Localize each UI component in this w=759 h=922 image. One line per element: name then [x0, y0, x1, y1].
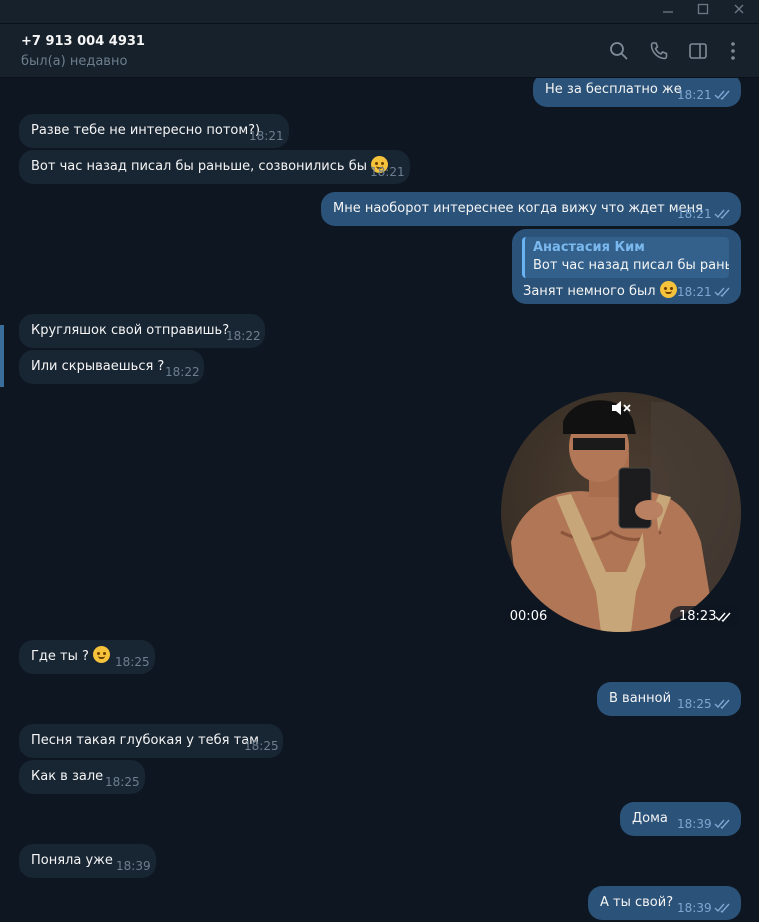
message-text: Песня такая глубокая у тебя там: [31, 733, 259, 748]
message-time: 18:21: [249, 129, 284, 143]
video-note[interactable]: [501, 392, 741, 632]
peer-status: был(а) недавно: [21, 54, 128, 69]
grinning-sweat-emoji: [659, 281, 677, 298]
message-time: 18:25: [677, 697, 712, 711]
message-time: 18:21: [370, 165, 405, 179]
message-time: 18:22: [165, 365, 200, 379]
message-incoming[interactable]: Кругляшок свой отправишь? 18:22: [19, 314, 265, 348]
message-text: Занят немного был: [523, 284, 656, 299]
video-duration: 00:06: [505, 606, 552, 628]
double-check-icon: [715, 612, 731, 622]
sidebar-toggle-icon[interactable]: [687, 40, 709, 62]
peer-name[interactable]: +7 913 004 4931: [21, 34, 145, 49]
double-check-icon: [714, 90, 730, 100]
message-outgoing-reply[interactable]: Анастасия Ким Вот час назад писал бы ран…: [512, 229, 741, 304]
minimize-icon[interactable]: [658, 2, 678, 22]
message-text: Вот час назад писал бы раньше, созвонили…: [31, 159, 367, 174]
more-vertical-icon[interactable]: [722, 40, 744, 62]
message-incoming[interactable]: Вот час назад писал бы раньше, созвонили…: [19, 150, 410, 184]
message-text: Мне наоборот интереснее когда вижу что ж…: [333, 201, 703, 216]
window-titlebar: [0, 0, 759, 24]
message-text: В ванной: [609, 691, 672, 706]
message-time: 18:39: [677, 901, 712, 915]
message-incoming[interactable]: Поняла уже 18:39: [19, 844, 156, 878]
video-time-badge: 18:23: [670, 606, 741, 628]
reply-text: Вот час назад писал бы рань...: [533, 258, 729, 273]
message-text: А ты свой?: [600, 895, 674, 910]
message-text: Не за бесплатно же: [545, 82, 682, 97]
message-incoming[interactable]: Разве тебе не интересно потом?) 18:21: [19, 114, 289, 148]
message-time: 18:23: [679, 609, 717, 624]
double-check-icon: [714, 699, 730, 709]
message-text: Поняла уже: [31, 853, 113, 868]
message-text-wrap: Занят немного был: [523, 281, 677, 299]
message-time: 18:25: [105, 775, 140, 789]
muted-speaker-icon[interactable]: [609, 398, 633, 418]
message-list[interactable]: Не за бесплатно же 18:21 Разве тебе не и…: [0, 78, 759, 922]
double-check-icon: [714, 819, 730, 829]
message-incoming[interactable]: Где ты ? 18:25: [19, 640, 155, 674]
message-text: Где ты ?: [31, 649, 89, 664]
thinking-face-emoji: [92, 646, 110, 663]
reply-author: Анастасия Ким: [533, 240, 645, 255]
message-text: Кругляшок свой отправишь?: [31, 323, 230, 338]
message-text: Как в зале: [31, 769, 104, 784]
message-outgoing[interactable]: Дома 18:39: [620, 802, 741, 836]
message-text: Или скрываешься ?: [31, 359, 165, 374]
message-outgoing[interactable]: А ты свой? 18:39: [588, 886, 741, 920]
message-time: 18:21: [677, 88, 712, 102]
double-check-icon: [714, 903, 730, 913]
message-time: 18:25: [115, 655, 150, 669]
unread-marker: [0, 325, 4, 387]
maximize-icon[interactable]: [693, 2, 713, 22]
message-time: 18:39: [116, 859, 151, 873]
message-outgoing[interactable]: Мне наоборот интереснее когда вижу что ж…: [321, 192, 741, 226]
message-incoming[interactable]: Как в зале 18:25: [19, 760, 145, 794]
message-time: 18:25: [244, 739, 279, 753]
phone-icon[interactable]: [648, 40, 670, 62]
message-incoming[interactable]: Или скрываешься ? 18:22: [19, 350, 204, 384]
chat-header[interactable]: +7 913 004 4931 был(а) недавно: [0, 24, 759, 78]
video-thumbnail: [501, 392, 741, 632]
message-text: Дома: [632, 811, 668, 826]
message-time: 18:39: [677, 817, 712, 831]
message-text: Разве тебе не интересно потом?): [31, 123, 261, 138]
message-time: 18:21: [677, 285, 712, 299]
double-check-icon: [714, 209, 730, 219]
message-incoming[interactable]: Песня такая глубокая у тебя там 18:25: [19, 724, 283, 758]
close-icon[interactable]: [729, 2, 749, 22]
message-time: 18:22: [226, 329, 261, 343]
double-check-icon: [714, 287, 730, 297]
message-outgoing[interactable]: В ванной 18:25: [597, 682, 741, 716]
message-time: 18:21: [677, 207, 712, 221]
message-outgoing[interactable]: Не за бесплатно же 18:21: [533, 78, 741, 107]
reply-quote[interactable]: Анастасия Ким Вот час назад писал бы ран…: [522, 237, 729, 278]
search-icon[interactable]: [608, 40, 630, 62]
